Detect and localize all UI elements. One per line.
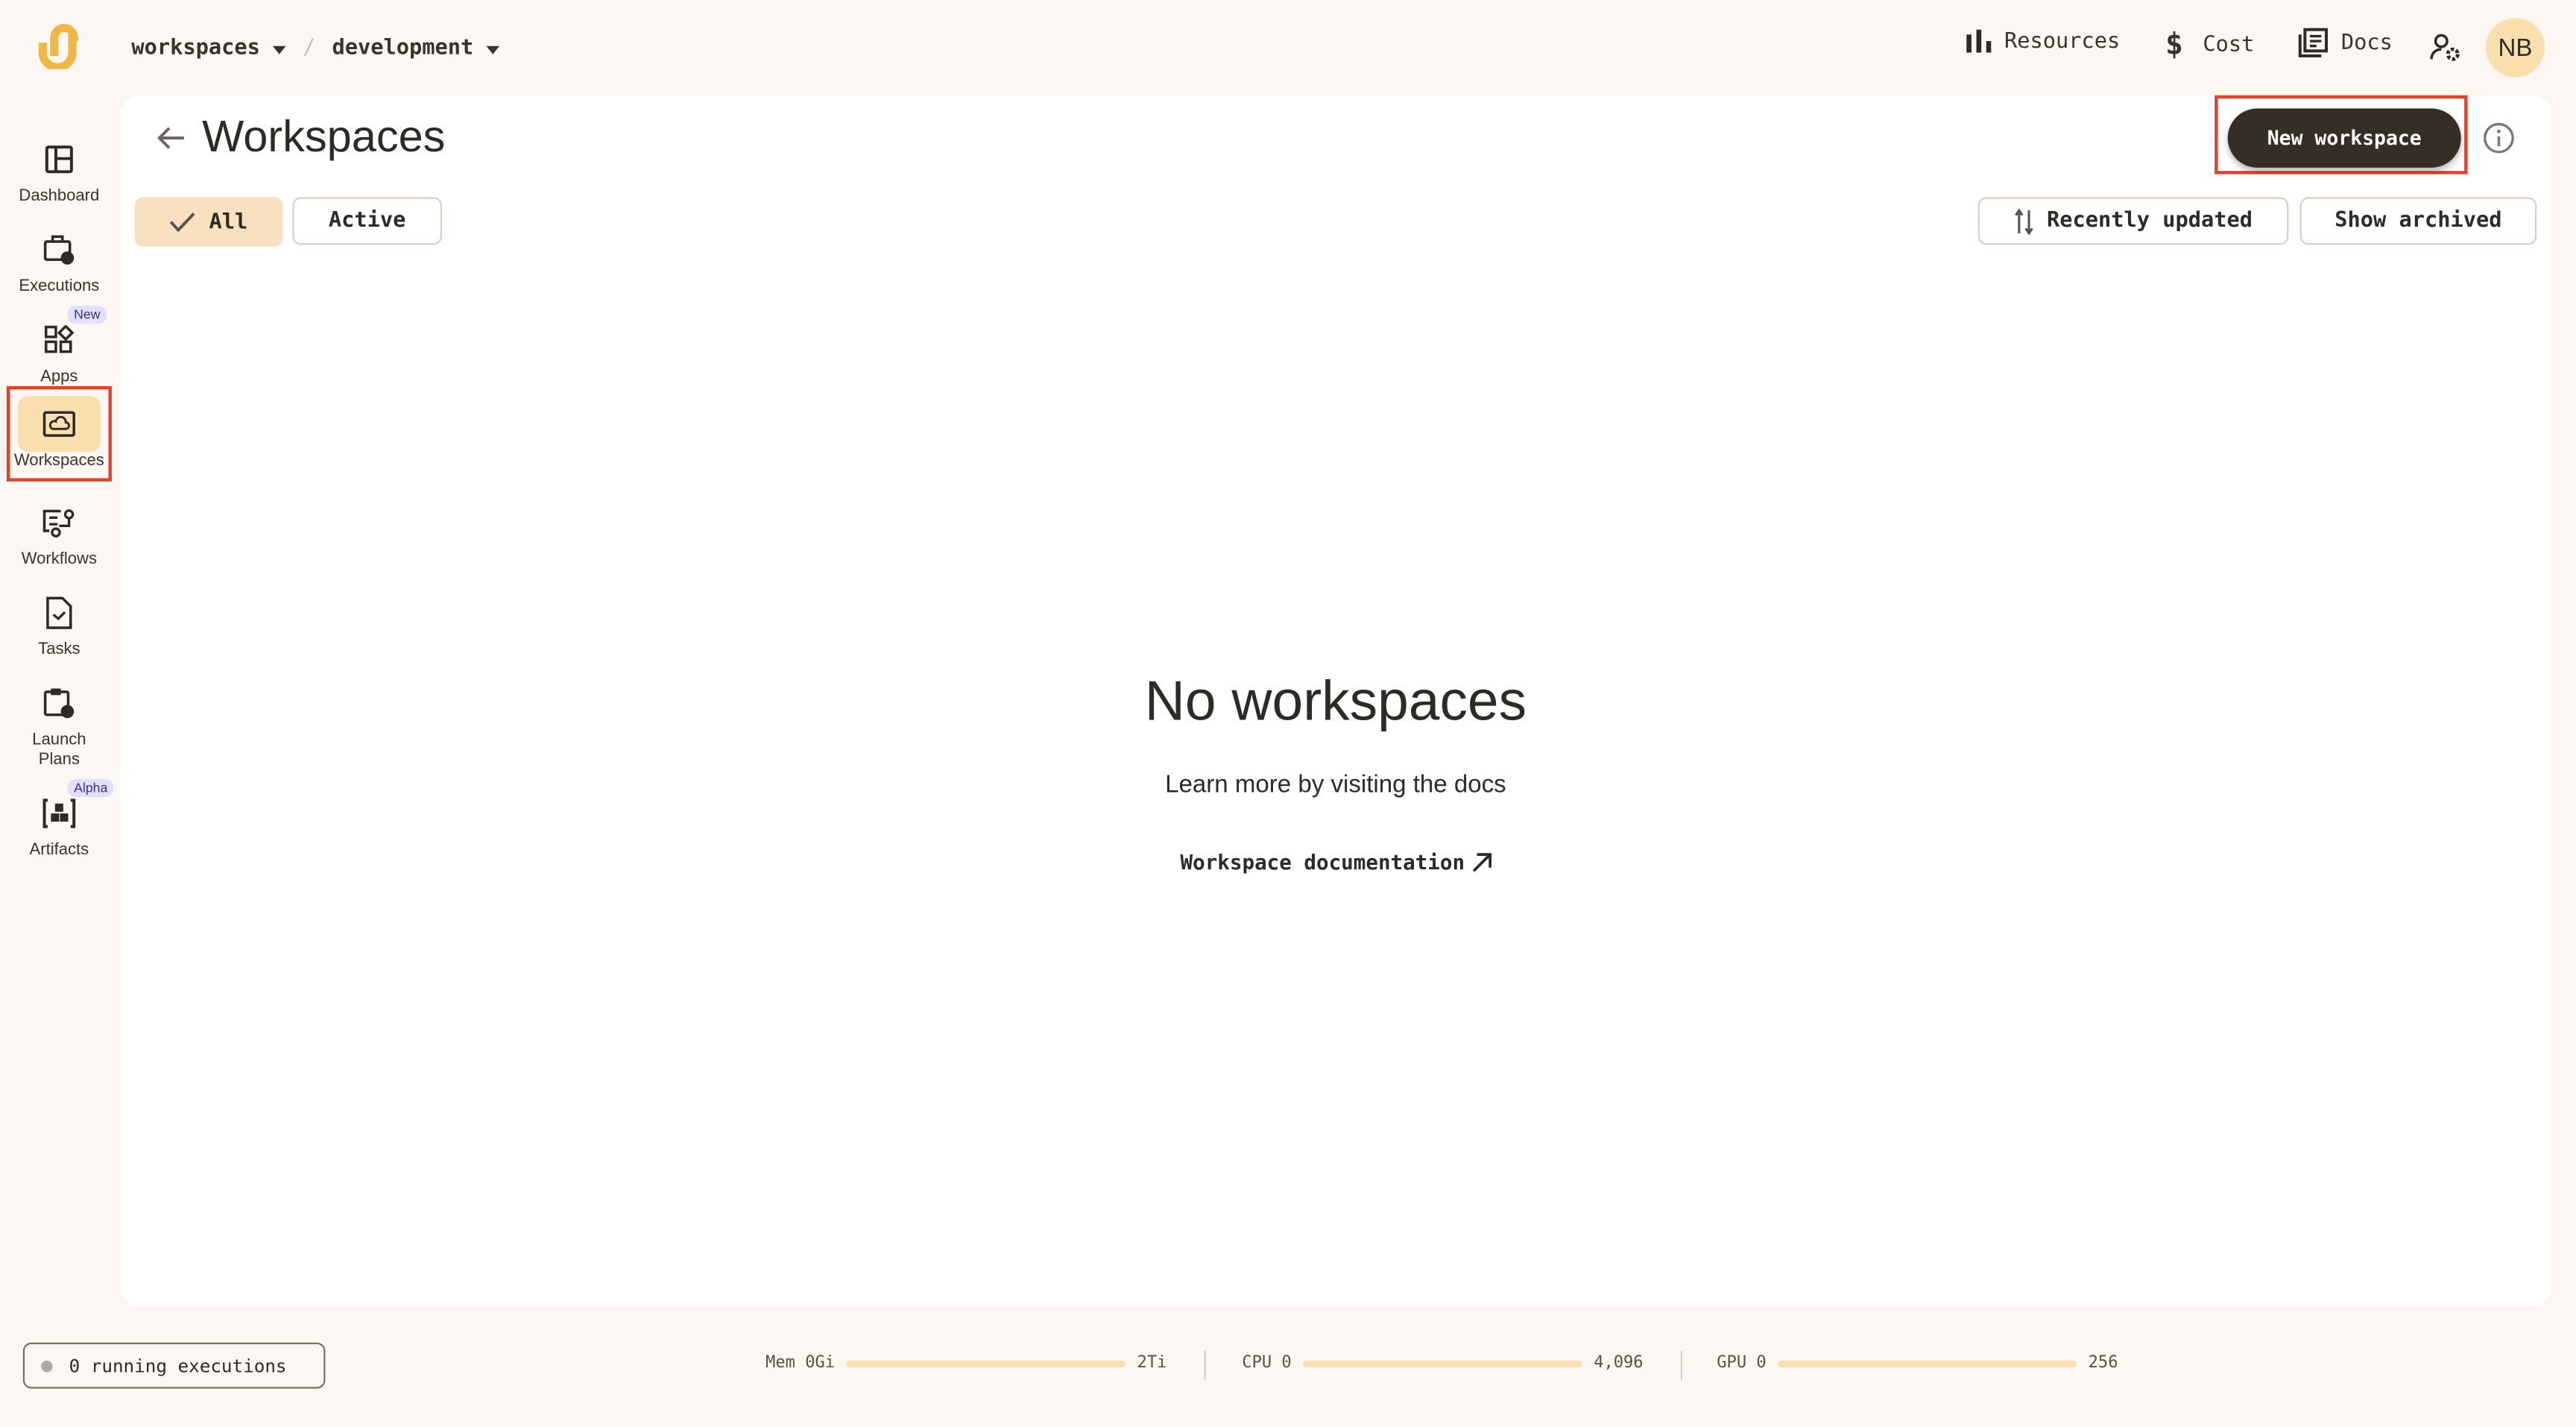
breadcrumb-separator: / <box>303 36 316 61</box>
app-root: workspaces / development Resources $ Cos… <box>0 0 2576 1427</box>
nav-cost-label: Cost <box>2203 33 2255 58</box>
sidebar-item-label: Apps <box>40 368 78 386</box>
sidebar-item-tasks[interactable]: Tasks <box>8 585 110 659</box>
launch-plans-icon <box>43 688 75 719</box>
breadcrumb-org[interactable]: workspaces <box>131 36 287 61</box>
new-workspace-button[interactable]: New workspace <box>2227 108 2461 168</box>
gpu-label: GPU 0 <box>1717 1354 1767 1373</box>
filter-all[interactable]: All <box>134 197 283 247</box>
sidebar-item-label: Workflows <box>21 550 97 569</box>
filter-all-label: All <box>209 210 248 235</box>
artifacts-icon <box>42 798 76 828</box>
brand-logo-icon[interactable] <box>36 23 82 69</box>
main-panel: Workspaces New workspace All Active Rece… <box>119 95 2551 1307</box>
dashboard-icon <box>45 145 73 174</box>
sidebar-item-workflows[interactable]: Workflows <box>8 494 110 569</box>
gpu-usage: GPU 0 256 <box>1717 1354 2118 1372</box>
sidebar-item-label: Dashboard <box>19 187 100 206</box>
nav-docs-label: Docs <box>2340 30 2393 55</box>
nav-cost[interactable]: $ Cost <box>2165 28 2254 62</box>
workspace-docs-link[interactable]: Workspace documentation <box>120 850 2551 875</box>
sidebar-item-dashboard[interactable]: Dashboard <box>8 131 110 206</box>
sort-button[interactable]: Recently updated <box>1977 197 2289 245</box>
breadcrumb-project[interactable]: development <box>332 36 500 61</box>
workspace-cloud-icon <box>42 411 75 437</box>
user-gear-icon[interactable] <box>2430 33 2463 63</box>
apps-icon <box>44 325 75 353</box>
nav-docs[interactable]: Docs <box>2298 28 2393 57</box>
divider <box>1680 1350 1682 1381</box>
sidebar-item-artifacts[interactable]: Alpha Artifacts <box>8 778 115 860</box>
nav-resources-label: Resources <box>2004 28 2121 54</box>
filter-active-label: Active <box>328 208 406 233</box>
cpu-label: CPU 0 <box>1242 1354 1292 1373</box>
workflows-icon <box>42 509 75 538</box>
docs-icon <box>2298 28 2328 57</box>
nav-resources[interactable]: Resources <box>1965 28 2120 54</box>
mem-label: Mem 0Gi <box>765 1354 836 1373</box>
breadcrumb-org-label: workspaces <box>131 36 260 61</box>
sidebar-item-workspaces[interactable]: Workspaces <box>6 385 112 482</box>
avatar-initials: NB <box>2498 34 2533 62</box>
sidebar-item-label: Artifacts <box>29 841 89 860</box>
running-executions-button[interactable]: 0 running executions <box>22 1342 326 1389</box>
sidebar-item-executions[interactable]: Executions <box>8 222 110 296</box>
workspace-docs-link-label: Workspace documentation <box>1180 849 1465 875</box>
sort-arrows-icon <box>2014 207 2033 235</box>
check-icon <box>170 212 196 232</box>
sidebar-item-launch-plans[interactable]: Launch Plans <box>8 675 110 771</box>
show-archived-button[interactable]: Show archived <box>2299 197 2537 245</box>
divider <box>1204 1350 1206 1381</box>
chevron-down-icon <box>273 45 287 54</box>
sidebar-item-label: Tasks <box>38 640 80 659</box>
cpu-usage: CPU 0 4,096 <box>1242 1354 1643 1372</box>
avatar[interactable]: NB <box>2485 18 2545 78</box>
alpha-badge: Alpha <box>67 778 115 797</box>
empty-state-title: No workspaces <box>1144 670 1527 734</box>
empty-state-subtitle: Learn more by visiting the docs <box>1165 770 1506 799</box>
chevron-down-icon <box>486 45 500 54</box>
filter-active[interactable]: Active <box>292 197 442 245</box>
external-link-arrow-icon <box>1471 852 1491 872</box>
cpu-bar <box>1303 1359 1582 1367</box>
back-arrow-icon[interactable] <box>156 125 186 151</box>
cpu-max: 4,096 <box>1594 1354 1644 1373</box>
tasks-icon <box>46 596 72 629</box>
bar-chart-icon <box>1966 29 1992 53</box>
running-executions-label: 0 running executions <box>69 1355 287 1376</box>
status-dot-icon <box>41 1359 53 1372</box>
breadcrumb-project-label: development <box>332 36 474 61</box>
sidebar-item-label: Executions <box>19 277 100 296</box>
dollar-icon: $ <box>2165 28 2183 63</box>
executions-icon <box>43 235 75 265</box>
info-icon[interactable] <box>2482 122 2515 154</box>
mem-bar <box>846 1359 1126 1367</box>
sidebar-item-label: Workspaces <box>13 452 104 470</box>
new-badge: New <box>67 305 107 324</box>
sort-label: Recently updated <box>2047 208 2253 233</box>
show-archived-label: Show archived <box>2334 208 2502 233</box>
sidebar-item-label: Launch Plans <box>32 731 86 769</box>
page-title: Workspaces <box>202 111 446 162</box>
gpu-max: 256 <box>2088 1354 2118 1373</box>
gpu-bar <box>1778 1359 2077 1367</box>
mem-max: 2Ti <box>1137 1354 1167 1373</box>
mem-usage: Mem 0Gi 2Ti <box>765 1354 1167 1372</box>
breadcrumb: workspaces / development <box>131 36 500 61</box>
sidebar-item-apps[interactable]: New Apps <box>8 305 110 386</box>
